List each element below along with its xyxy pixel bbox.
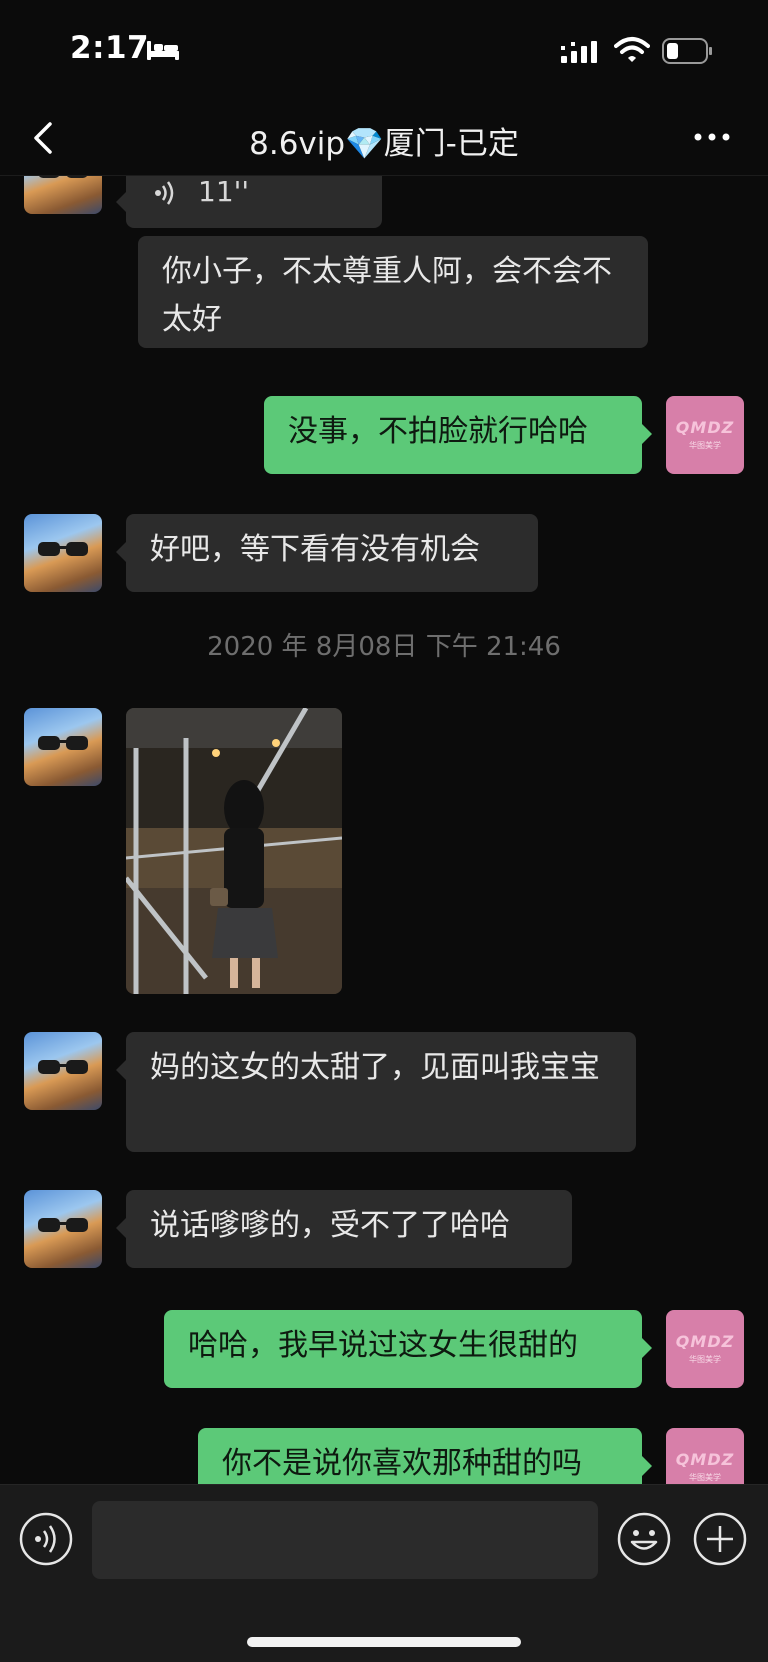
avatar-logo-text: QMDZ xyxy=(675,418,735,437)
avatar-logo-text: QMDZ xyxy=(675,1450,735,1469)
message-bubble[interactable]: 你不是说你喜欢那种甜的吗 xyxy=(198,1428,652,1484)
sunglasses-icon xyxy=(38,1060,88,1074)
chat-screen: 2:17 8.6vip💎厦门-已定 11'' 你小子，不太尊重人阿，会不会不太好… xyxy=(0,0,768,1662)
contact-avatar[interactable] xyxy=(24,708,102,786)
sunglasses-icon xyxy=(38,542,88,556)
sunglasses-icon xyxy=(38,736,88,750)
message-bubble[interactable]: 说话嗲嗲的，受不了了哈哈 xyxy=(116,1190,572,1268)
self-avatar[interactable]: QMDZ 华图美学 xyxy=(666,1428,744,1484)
chat-title: 8.6vip💎厦门-已定 xyxy=(249,126,519,162)
nav-bar: 8.6vip💎厦门-已定 xyxy=(0,100,768,176)
wifi-icon xyxy=(614,37,650,62)
contact-avatar[interactable] xyxy=(24,514,102,592)
self-avatar[interactable]: QMDZ 华图美学 xyxy=(666,1310,744,1388)
sunglasses-icon xyxy=(38,1218,88,1232)
cellular-signal-icon xyxy=(561,41,597,63)
message-bubble[interactable]: 你小子，不太尊重人阿，会不会不太好 xyxy=(138,236,648,348)
message-bubble[interactable]: 没事，不拍脸就行哈哈 xyxy=(264,396,652,474)
message-bubble[interactable]: 哈哈，我早说过这女生很甜的 xyxy=(164,1310,652,1388)
input-bar xyxy=(0,1484,768,1662)
battery-icon xyxy=(662,38,712,64)
contact-avatar[interactable] xyxy=(24,176,102,214)
add-icon[interactable] xyxy=(692,1511,748,1567)
home-indicator[interactable] xyxy=(247,1637,521,1647)
sunglasses-icon xyxy=(39,176,87,178)
avatar-logo-sub: 华图美学 xyxy=(689,441,721,450)
avatar-logo-sub: 华图美学 xyxy=(689,1355,721,1364)
emoji-icon[interactable] xyxy=(616,1511,672,1567)
bed-icon xyxy=(147,41,179,60)
photo-message[interactable] xyxy=(126,708,342,994)
message-bubble[interactable]: 好吧，等下看有没有机会 xyxy=(116,514,538,592)
status-time: 2:17 xyxy=(70,30,150,66)
message-input[interactable] xyxy=(92,1501,598,1579)
avatar-logo-sub: 华图美学 xyxy=(689,1473,721,1482)
avatar-logo-text: QMDZ xyxy=(675,1332,735,1351)
more-icon[interactable] xyxy=(692,130,732,144)
contact-avatar[interactable] xyxy=(24,1190,102,1268)
message-bubble[interactable]: 妈的这女的太甜了，见面叫我宝宝 xyxy=(116,1032,636,1152)
voice-duration: 11'' xyxy=(198,176,250,208)
voice-wave-icon xyxy=(155,181,174,205)
self-avatar[interactable]: QMDZ 华图美学 xyxy=(666,396,744,474)
status-bar: 2:17 xyxy=(0,0,768,100)
message-list[interactable]: 11'' 你小子，不太尊重人阿，会不会不太好 QMDZ 华图美学 没事，不拍脸就… xyxy=(0,176,768,1484)
voice-icon[interactable] xyxy=(18,1511,74,1567)
contact-avatar[interactable] xyxy=(24,1032,102,1110)
message-timestamp: 2020 年 8月08日 下午 21:46 xyxy=(207,632,561,662)
voice-message-bubble[interactable]: 11'' xyxy=(116,176,382,228)
